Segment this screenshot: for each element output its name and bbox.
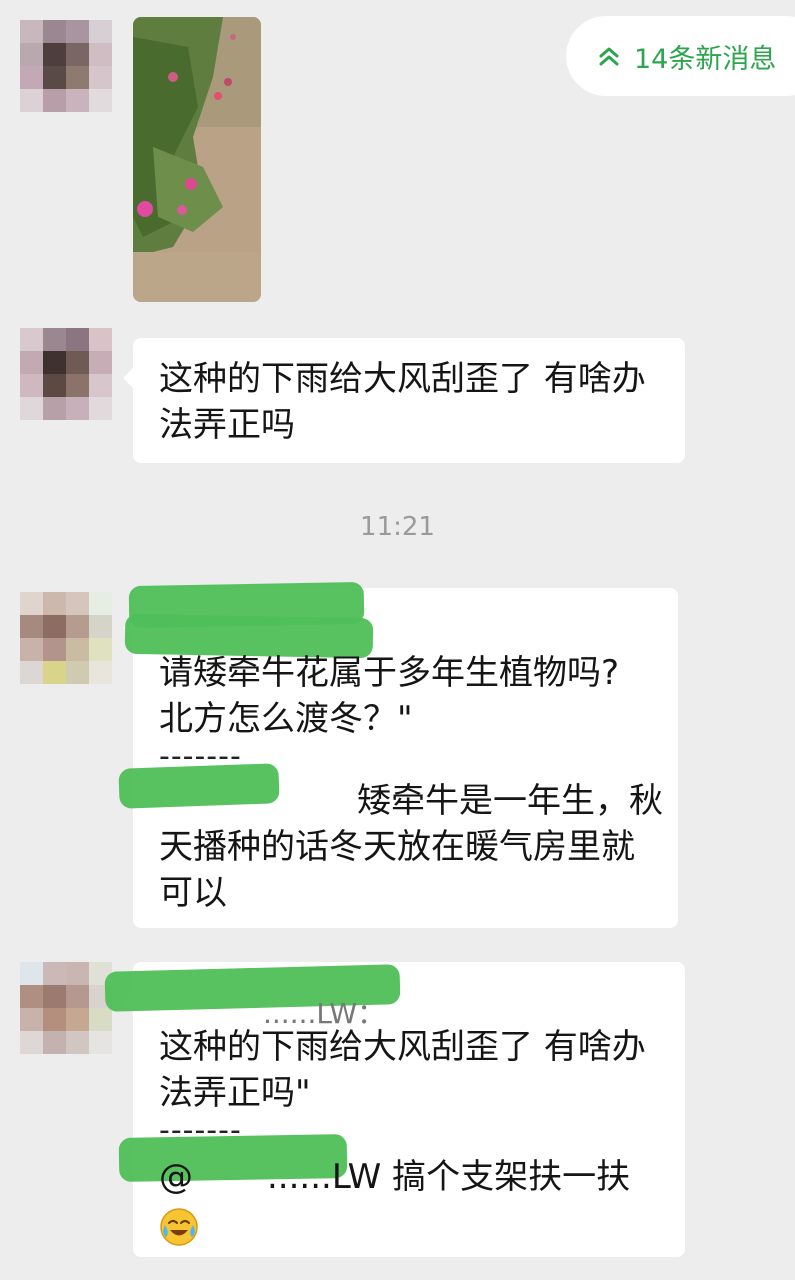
quote-line: 法弄正吗" (159, 1073, 311, 1113)
avatar[interactable] (20, 962, 112, 1054)
time-divider: 11:21 (360, 512, 435, 542)
quote-line: 北方怎么渡冬？" (159, 699, 413, 739)
garden-photo-image (133, 17, 261, 302)
mention-name: ......LW (267, 1157, 382, 1197)
crying-laughing-emoji-icon (160, 1207, 198, 1246)
new-messages-banner[interactable]: 14条新消息 (566, 16, 795, 96)
message-bubble[interactable]: ......LW： 这种的下雨给大风刮歪了 有啥办 法弄正吗" ------- … (104, 962, 685, 1257)
message-line: 这种的下雨给大风刮歪了 有啥办 (159, 359, 646, 399)
message-line: 可以 (159, 873, 227, 913)
double-chevron-up-icon (599, 47, 619, 66)
garden-photo[interactable] (133, 17, 261, 302)
message-line: 矮牵牛是一年生，秋 (357, 781, 663, 821)
quote-line: 请矮牵牛花属于多年生植物吗? (159, 653, 620, 693)
message-bubble[interactable]: 请矮牵牛花属于多年生植物吗? 北方怎么渡冬？" ------- 矮牵牛是一年生，… (118, 581, 678, 928)
new-messages-label: 14条新消息 (634, 43, 777, 75)
avatar[interactable] (20, 592, 112, 684)
avatar[interactable] (20, 20, 112, 112)
mention-at: @ (159, 1157, 193, 1197)
avatar[interactable] (20, 328, 112, 420)
message-bubble[interactable]: 这种的下雨给大风刮歪了 有啥办 法弄正吗 (123, 338, 685, 463)
message-line: 天播种的话冬天放在暖气房里就 (159, 827, 635, 867)
quote-line: 这种的下雨给大风刮歪了 有啥办 (159, 1027, 646, 1067)
message-line: 搞个支架扶一扶 (392, 1157, 631, 1197)
message-line: 法弄正吗 (159, 405, 295, 445)
